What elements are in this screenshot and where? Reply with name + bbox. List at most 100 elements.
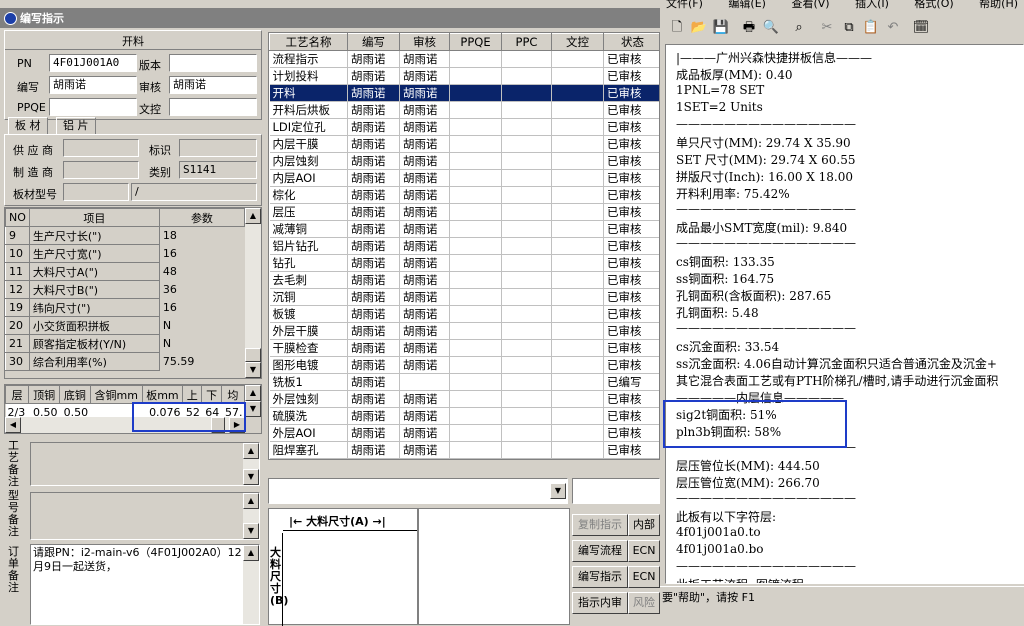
process-col-header[interactable]: 审核 xyxy=(399,33,450,51)
param-row[interactable]: 20 小交货面积拼板 N xyxy=(5,316,246,335)
process-row[interactable]: 开料后烘板 胡雨诺 胡雨诺 已审核 xyxy=(269,101,659,119)
open-folder-icon[interactable]: 📂 xyxy=(688,17,710,39)
process-row[interactable]: 铣板1 胡雨诺 已编写 xyxy=(269,373,659,391)
reviewer-field[interactable]: 胡雨诺 xyxy=(169,76,257,94)
process-row[interactable]: 流程指示 胡雨诺 胡雨诺 已审核 xyxy=(269,50,659,68)
scroll-down-icon[interactable]: ▼ xyxy=(243,469,259,485)
save-icon[interactable]: 💾 xyxy=(710,17,732,39)
writer-field[interactable]: 胡雨诺 xyxy=(49,76,137,94)
param-value[interactable]: N xyxy=(158,316,246,335)
param-row[interactable]: 9 生产尺寸长(") 18 xyxy=(5,226,246,245)
tab-aluminum-sheet[interactable]: 铝 片 xyxy=(56,117,96,135)
layer-col-header[interactable]: 层 xyxy=(5,385,30,404)
edit-flow-button[interactable]: 编写流程 xyxy=(572,540,628,562)
param-value[interactable]: 16 xyxy=(158,244,246,263)
param-value[interactable]: 75.59 xyxy=(158,352,246,371)
scroll-up-icon[interactable]: ▲ xyxy=(243,545,259,561)
process-row[interactable]: LDI定位孔 胡雨诺 胡雨诺 已审核 xyxy=(269,118,659,136)
cut-icon[interactable]: ✂ xyxy=(816,17,838,39)
param-value[interactable]: 48 xyxy=(158,262,246,281)
param-col-value[interactable]: 参数 xyxy=(158,208,246,227)
process-row[interactable]: 棕化 胡雨诺 胡雨诺 已审核 xyxy=(269,186,659,204)
menu-insert[interactable]: 插入(I) xyxy=(855,0,889,10)
scroll-down-icon[interactable]: ▼ xyxy=(245,401,261,417)
insert-datetime-icon[interactable]: 🗓 xyxy=(910,17,932,39)
process-row[interactable]: 减薄铜 胡雨诺 胡雨诺 已审核 xyxy=(269,220,659,238)
process-col-header[interactable]: PPQE xyxy=(449,33,502,51)
instructions-review-button[interactable]: 指示内审 xyxy=(572,592,628,614)
order-notes-field[interactable]: 请跟PN：i2-main-v6（4F01J002A0）12月9日一起送货， ▲ xyxy=(30,544,260,625)
layer-col-header[interactable]: 上 xyxy=(182,385,203,404)
process-row[interactable]: 阻焊塞孔 胡雨诺 胡雨诺 已审核 xyxy=(269,441,659,459)
undo-icon[interactable]: ↶ xyxy=(882,17,904,39)
param-value[interactable]: 36 xyxy=(158,280,246,299)
tab-board-material[interactable]: 板 材 xyxy=(8,117,48,135)
layer-col-header[interactable]: 含铜mm xyxy=(89,385,143,404)
param-value[interactable]: 16 xyxy=(158,298,246,317)
process-row[interactable]: 硫膜洗 胡雨诺 胡雨诺 已审核 xyxy=(269,407,659,425)
risk-button[interactable]: 风险 xyxy=(628,592,660,614)
process-row[interactable]: 钻孔 胡雨诺 胡雨诺 已审核 xyxy=(269,254,659,272)
new-file-icon[interactable]: 🗋 xyxy=(666,17,688,39)
edit-instructions-button[interactable]: 编写指示 xyxy=(572,566,628,588)
process-row[interactable]: 外层蚀刻 胡雨诺 胡雨诺 已审核 xyxy=(269,390,659,408)
ecn-button-1[interactable]: ECN xyxy=(628,540,660,562)
process-row[interactable]: 铝片钻孔 胡雨诺 胡雨诺 已审核 xyxy=(269,237,659,255)
notepad-text-area[interactable]: |———广州兴森快捷拼板信息——— 成品板厚(MM): 0.40 1PNL=78 S… xyxy=(665,44,1024,584)
menu-help[interactable]: 帮助(H) xyxy=(979,0,1018,10)
scroll-up-icon[interactable]: ▲ xyxy=(243,493,259,509)
process-row[interactable]: 内层蚀刻 胡雨诺 胡雨诺 已审核 xyxy=(269,152,659,170)
model-field[interactable] xyxy=(63,183,129,201)
layer-vscroll[interactable]: ▲ ▼ xyxy=(245,385,261,417)
process-row[interactable]: 板镀 胡雨诺 胡雨诺 已审核 xyxy=(269,305,659,323)
param-row[interactable]: 10 生产尺寸宽(") 16 xyxy=(5,244,246,263)
menu-view[interactable]: 查看(V) xyxy=(791,0,829,10)
copy-instructions-button[interactable]: 复制指示 xyxy=(572,514,628,536)
process-col-header[interactable]: PPC xyxy=(501,33,552,51)
process-col-header[interactable]: 文控 xyxy=(551,33,604,51)
process-row[interactable]: 沉铜 胡雨诺 胡雨诺 已审核 xyxy=(269,288,659,306)
process-row[interactable]: 外层AOI 胡雨诺 胡雨诺 已审核 xyxy=(269,424,659,442)
process-row[interactable]: 层压 胡雨诺 胡雨诺 已审核 xyxy=(269,203,659,221)
process-row[interactable]: 干膜检查 胡雨诺 胡雨诺 已审核 xyxy=(269,339,659,357)
param-row[interactable]: 30 综合利用率(%) 75.59 xyxy=(5,352,246,371)
process-notes-field[interactable]: ▲ ▼ xyxy=(30,442,260,486)
notes-scrollbar[interactable]: ▲ xyxy=(243,545,259,624)
layer-col-header[interactable]: 板mm xyxy=(141,385,184,404)
param-scrollbar[interactable]: ▲ ▼ xyxy=(245,208,261,378)
menu-file[interactable]: 文件(F) xyxy=(666,0,703,10)
scroll-up-icon[interactable]: ▲ xyxy=(243,443,259,459)
param-col-no[interactable]: NO xyxy=(5,208,30,227)
scroll-up-icon[interactable]: ▲ xyxy=(245,385,261,401)
layer-col-header[interactable]: 均 xyxy=(220,385,246,404)
print-preview-icon[interactable]: 🔍 xyxy=(760,17,782,39)
layer-col-header[interactable]: 顶铜 xyxy=(28,385,60,404)
chevron-down-icon[interactable]: ▼ xyxy=(550,483,566,499)
supplier-field[interactable] xyxy=(63,139,139,157)
scroll-left-icon[interactable]: ◀ xyxy=(5,417,21,433)
scroll-thumb[interactable] xyxy=(245,348,261,362)
process-row[interactable]: 去毛刺 胡雨诺 胡雨诺 已审核 xyxy=(269,271,659,289)
maker-field[interactable] xyxy=(63,161,139,179)
param-col-item[interactable]: 项目 xyxy=(28,208,160,227)
param-value[interactable]: 18 xyxy=(158,226,246,245)
process-dropdown[interactable]: ▼ xyxy=(268,478,568,504)
pn-field[interactable]: 4F01J001A0 xyxy=(49,54,137,72)
process-col-header[interactable]: 工艺名称 xyxy=(269,33,348,51)
notes-scrollbar[interactable]: ▲ ▼ xyxy=(243,493,259,539)
model-notes-field[interactable]: ▲ ▼ xyxy=(30,492,260,540)
process-row[interactable]: 图形电镀 胡雨诺 胡雨诺 已审核 xyxy=(269,356,659,374)
process-col-header[interactable]: 状态 xyxy=(603,33,659,51)
paste-icon[interactable]: 📋 xyxy=(860,17,882,39)
print-icon[interactable]: 🖶 xyxy=(738,17,760,39)
process-row[interactable]: 开料 胡雨诺 胡雨诺 已审核 xyxy=(269,84,659,102)
layer-col-header[interactable]: 底铜 xyxy=(59,385,91,404)
process-row[interactable]: 内层干膜 胡雨诺 胡雨诺 已审核 xyxy=(269,135,659,153)
scroll-up-icon[interactable]: ▲ xyxy=(245,208,261,224)
scroll-down-icon[interactable]: ▼ xyxy=(243,523,259,539)
menu-edit[interactable]: 编辑(E) xyxy=(728,0,766,10)
ppqe-field[interactable] xyxy=(49,98,137,116)
model-field-2[interactable]: / xyxy=(131,183,257,201)
layer-col-header[interactable]: 下 xyxy=(201,385,222,404)
param-row[interactable]: 12 大料尺寸B(") 36 xyxy=(5,280,246,299)
